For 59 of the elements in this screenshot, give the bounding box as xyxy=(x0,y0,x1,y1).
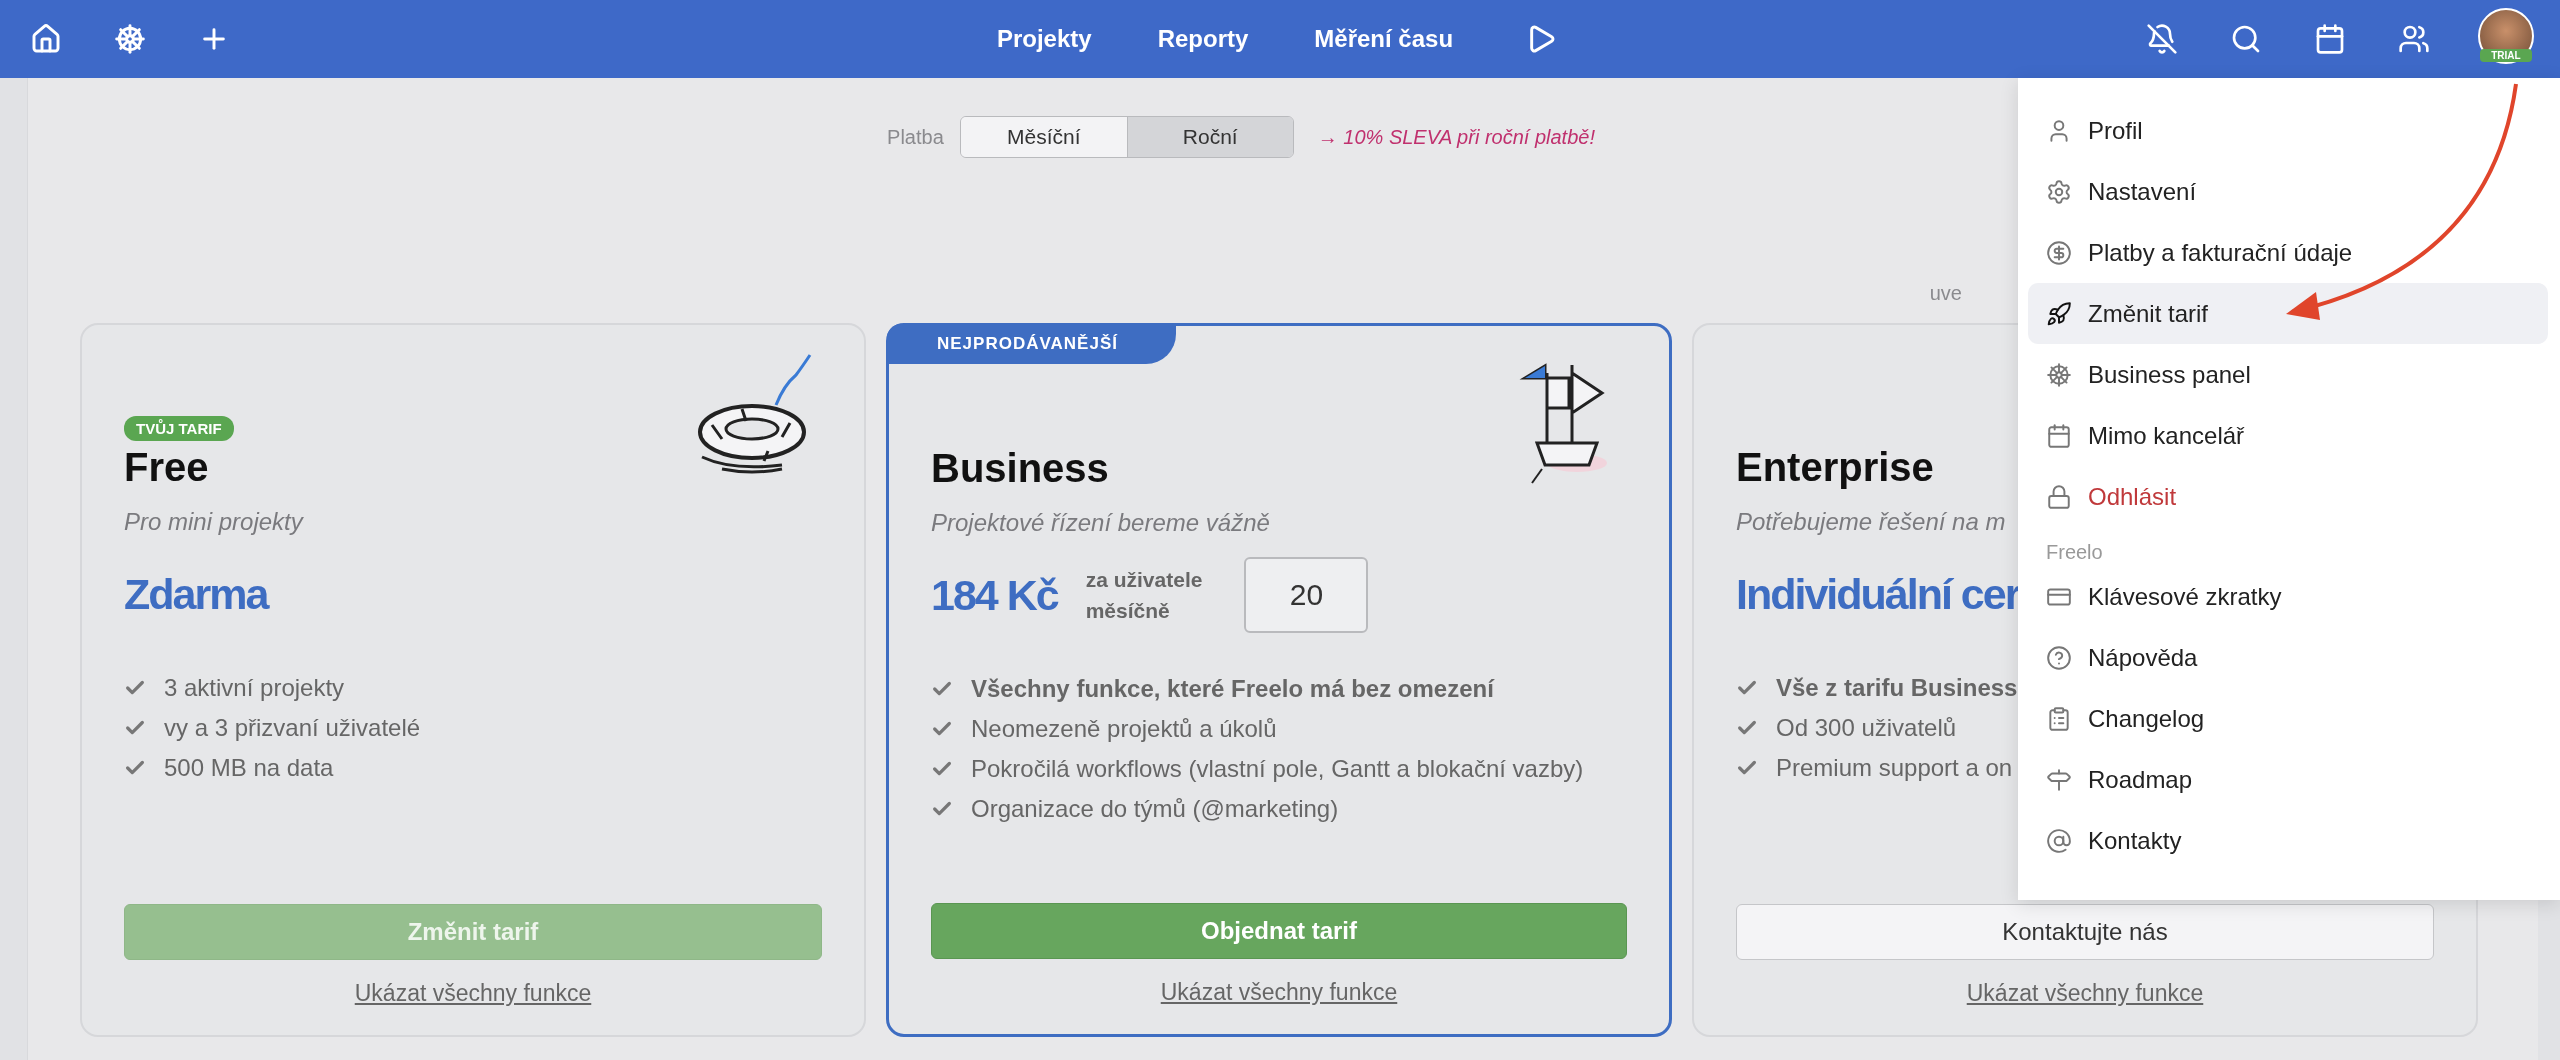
feature-text: Neomezeně projektů a úkolů xyxy=(971,715,1277,743)
help-icon xyxy=(2046,644,2072,671)
menu-item[interactable]: Odhlásit xyxy=(2028,466,2548,527)
plan-tagline: Projektové řízení bereme vážně xyxy=(931,509,1271,537)
billing-option[interactable]: Měsíční xyxy=(960,117,1127,157)
feature-text: Všechny funkce, které Freelo má bez omezení xyxy=(971,675,1494,703)
feature-text: vy a 3 přizvaní uživatelé xyxy=(164,714,421,742)
nav-link[interactable]: Projekty xyxy=(996,25,1092,53)
clipboard-icon xyxy=(2046,705,2072,732)
plan-ribbon: NEJPRODÁVANĚJŠÍ xyxy=(887,324,1176,364)
signpost-icon xyxy=(2046,766,2072,793)
menu-item[interactable]: Nastavení xyxy=(2028,161,2548,222)
billing-option[interactable]: Roční xyxy=(1126,117,1293,157)
feature-text: 500 MB na data xyxy=(164,754,334,782)
feature-text: Vše z tarifu Business xyxy=(1776,674,2018,702)
menu-item[interactable]: Roadmap xyxy=(2028,749,2548,810)
menu-item[interactable]: Změnit tarif xyxy=(2028,283,2548,344)
plan-name: Free xyxy=(124,445,210,490)
seats-field[interactable]: 20 xyxy=(1244,557,1369,633)
plan-badge: TVŮJ TARIF xyxy=(124,416,234,441)
feature-text: Premium support a on xyxy=(1776,754,2013,782)
plan-price: Individuální cer xyxy=(1736,569,2020,619)
plan-button[interactable]: Kontaktujte nás xyxy=(1736,904,2434,960)
features-link[interactable]: Ukázat všechny funkce xyxy=(1966,980,2204,1007)
menu-item[interactable]: Klávesové zkratky xyxy=(2028,566,2548,627)
menu-item[interactable]: Nápověda xyxy=(2028,627,2548,688)
gear-icon xyxy=(2046,178,2072,205)
plan-price: Zdarma xyxy=(124,569,268,619)
at-icon xyxy=(2046,827,2072,854)
menu-item[interactable]: Platby a fakturační údaje xyxy=(2028,222,2548,283)
feature-text: Pokročilá workflows (vlastní pole, Gantt a blokační vazby) xyxy=(971,755,1584,783)
plan-tagline: Pro mini projekty xyxy=(124,508,305,536)
feature-text: Od 300 uživatelů xyxy=(1776,714,1957,742)
features-link[interactable]: Ukázat všechny funkce xyxy=(1160,979,1398,1006)
menu-item[interactable]: Business panel xyxy=(2028,344,2548,405)
feature-text: Organizace do týmů (@marketing) xyxy=(971,795,1339,823)
plan-tagline: Potřebujeme řešení na m xyxy=(1736,508,2007,536)
plan-price: 184 Kč xyxy=(931,570,1058,620)
plan-name: Enterprise xyxy=(1736,445,1935,490)
nav-link[interactable]: Měření času xyxy=(1314,25,1454,53)
menu-item[interactable]: Mimo kancelář xyxy=(2028,405,2548,466)
menu-item[interactable]: Kontakty xyxy=(2028,810,2548,871)
menu-item[interactable]: Changelog xyxy=(2028,688,2548,749)
billing-label: Platba xyxy=(887,125,944,149)
note-text: uve xyxy=(1929,282,1962,305)
features-link[interactable]: Ukázat všechny funkce xyxy=(354,980,592,1007)
calendar-icon xyxy=(2046,422,2072,449)
discount-note: → 10% SLEVA při roční platbě! xyxy=(1317,125,1595,149)
price-note: za uživatele měsíčně xyxy=(1085,566,1203,624)
dollar-icon xyxy=(2046,239,2072,266)
trial-badge: TRIAL xyxy=(2480,49,2532,62)
ship-wheel-icon xyxy=(2046,361,2072,388)
menu-section-label: Freelo xyxy=(2045,540,2104,565)
nav-link[interactable]: Reporty xyxy=(1157,25,1249,53)
lock-icon xyxy=(2046,483,2072,510)
menu-item[interactable]: Profil xyxy=(2028,100,2548,161)
feature-text: 3 aktivní projekty xyxy=(164,674,345,702)
rocket-icon xyxy=(2046,300,2072,327)
plan-name: Business xyxy=(931,446,1110,491)
